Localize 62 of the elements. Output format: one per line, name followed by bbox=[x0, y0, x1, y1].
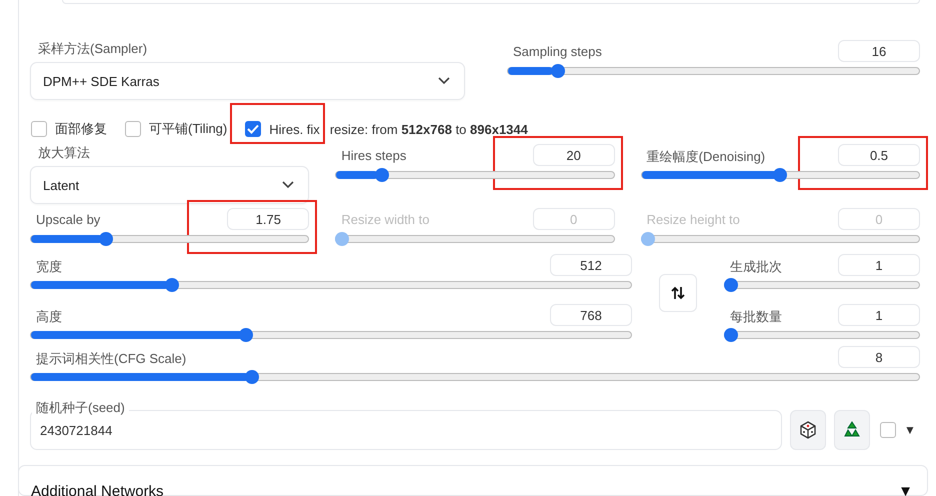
field-label: 随机种子(seed) bbox=[32, 400, 129, 416]
check-icon bbox=[247, 124, 260, 134]
slider-thumb[interactable] bbox=[165, 278, 180, 292]
expand-toggle[interactable]: ▼ bbox=[898, 483, 913, 496]
slider[interactable] bbox=[335, 232, 615, 246]
number-field[interactable]: 16 bbox=[838, 40, 920, 62]
slider-thumb[interactable] bbox=[724, 328, 738, 342]
expand-toggle[interactable]: ▼ bbox=[904, 423, 916, 437]
resize-note: resize: from 512x768 to 896x1344 bbox=[330, 122, 528, 136]
dropdown[interactable]: DPM++ SDE Karras bbox=[30, 62, 465, 100]
number-field[interactable]: 8 bbox=[838, 346, 920, 368]
slider-label: Hires steps bbox=[341, 147, 406, 163]
number-field[interactable]: 1 bbox=[838, 254, 920, 276]
dropdown[interactable]: Latent bbox=[30, 166, 310, 204]
dropdown-label: 放大算法 bbox=[37, 144, 91, 162]
slider[interactable] bbox=[30, 328, 632, 342]
number-field[interactable]: 512 bbox=[550, 254, 632, 276]
slider[interactable] bbox=[640, 232, 920, 246]
slider-label: Resize height to bbox=[646, 211, 740, 227]
checkbox[interactable] bbox=[880, 422, 896, 438]
checkbox[interactable]: Hires. fix bbox=[245, 121, 320, 137]
panel-title: Additional Networks bbox=[31, 483, 164, 496]
slider-label: Sampling steps bbox=[513, 43, 602, 59]
dropdown-label: 采样方法(Sampler) bbox=[37, 40, 148, 58]
slider[interactable] bbox=[640, 168, 920, 182]
slider-label: 生成批次 bbox=[730, 258, 782, 276]
slider-label: 重绘幅度(Denoising) bbox=[646, 148, 766, 166]
random-seed-button[interactable] bbox=[790, 410, 826, 450]
number-field[interactable]: 1 bbox=[838, 304, 920, 326]
accordion-panel[interactable]: Additional Networks ▼ bbox=[19, 465, 928, 496]
slider[interactable] bbox=[724, 278, 920, 292]
checkbox[interactable]: 面部修复 bbox=[31, 120, 107, 138]
dice-icon bbox=[798, 420, 818, 440]
checkbox[interactable]: 可平铺(Tiling) bbox=[125, 120, 228, 138]
slider-thumb[interactable] bbox=[550, 64, 565, 78]
slider-thumb[interactable] bbox=[244, 370, 259, 384]
slider[interactable] bbox=[724, 328, 920, 342]
slider-thumb[interactable] bbox=[98, 232, 113, 246]
slider[interactable] bbox=[30, 278, 632, 292]
slider-label: 提示词相关性(CFG Scale) bbox=[36, 350, 186, 368]
number-field[interactable]: 768 bbox=[550, 304, 632, 326]
slider[interactable] bbox=[507, 64, 920, 78]
slider-label: 高度 bbox=[36, 308, 62, 326]
slider[interactable] bbox=[335, 168, 615, 182]
slider-thumb[interactable] bbox=[375, 168, 390, 182]
slider-thumb[interactable] bbox=[239, 328, 254, 342]
reuse-seed-button[interactable] bbox=[834, 410, 870, 450]
swap-icon bbox=[671, 286, 685, 300]
slider[interactable] bbox=[30, 370, 920, 384]
slider-thumb[interactable] bbox=[773, 168, 788, 182]
slider-label: Upscale by bbox=[36, 211, 100, 227]
slider-label: 宽度 bbox=[36, 258, 62, 276]
slider-thumb[interactable] bbox=[724, 278, 738, 292]
number-field[interactable]: 20 bbox=[532, 144, 615, 166]
chevron-icon bbox=[438, 77, 450, 85]
swap-button[interactable] bbox=[659, 274, 697, 312]
number-field[interactable]: 0.5 bbox=[838, 144, 920, 166]
chevron-icon bbox=[282, 181, 294, 189]
slider[interactable] bbox=[30, 232, 310, 246]
slider-label: Resize width to bbox=[341, 211, 430, 227]
number-field[interactable]: 1.75 bbox=[227, 208, 310, 230]
slider-label: 每批数量 bbox=[730, 308, 782, 326]
